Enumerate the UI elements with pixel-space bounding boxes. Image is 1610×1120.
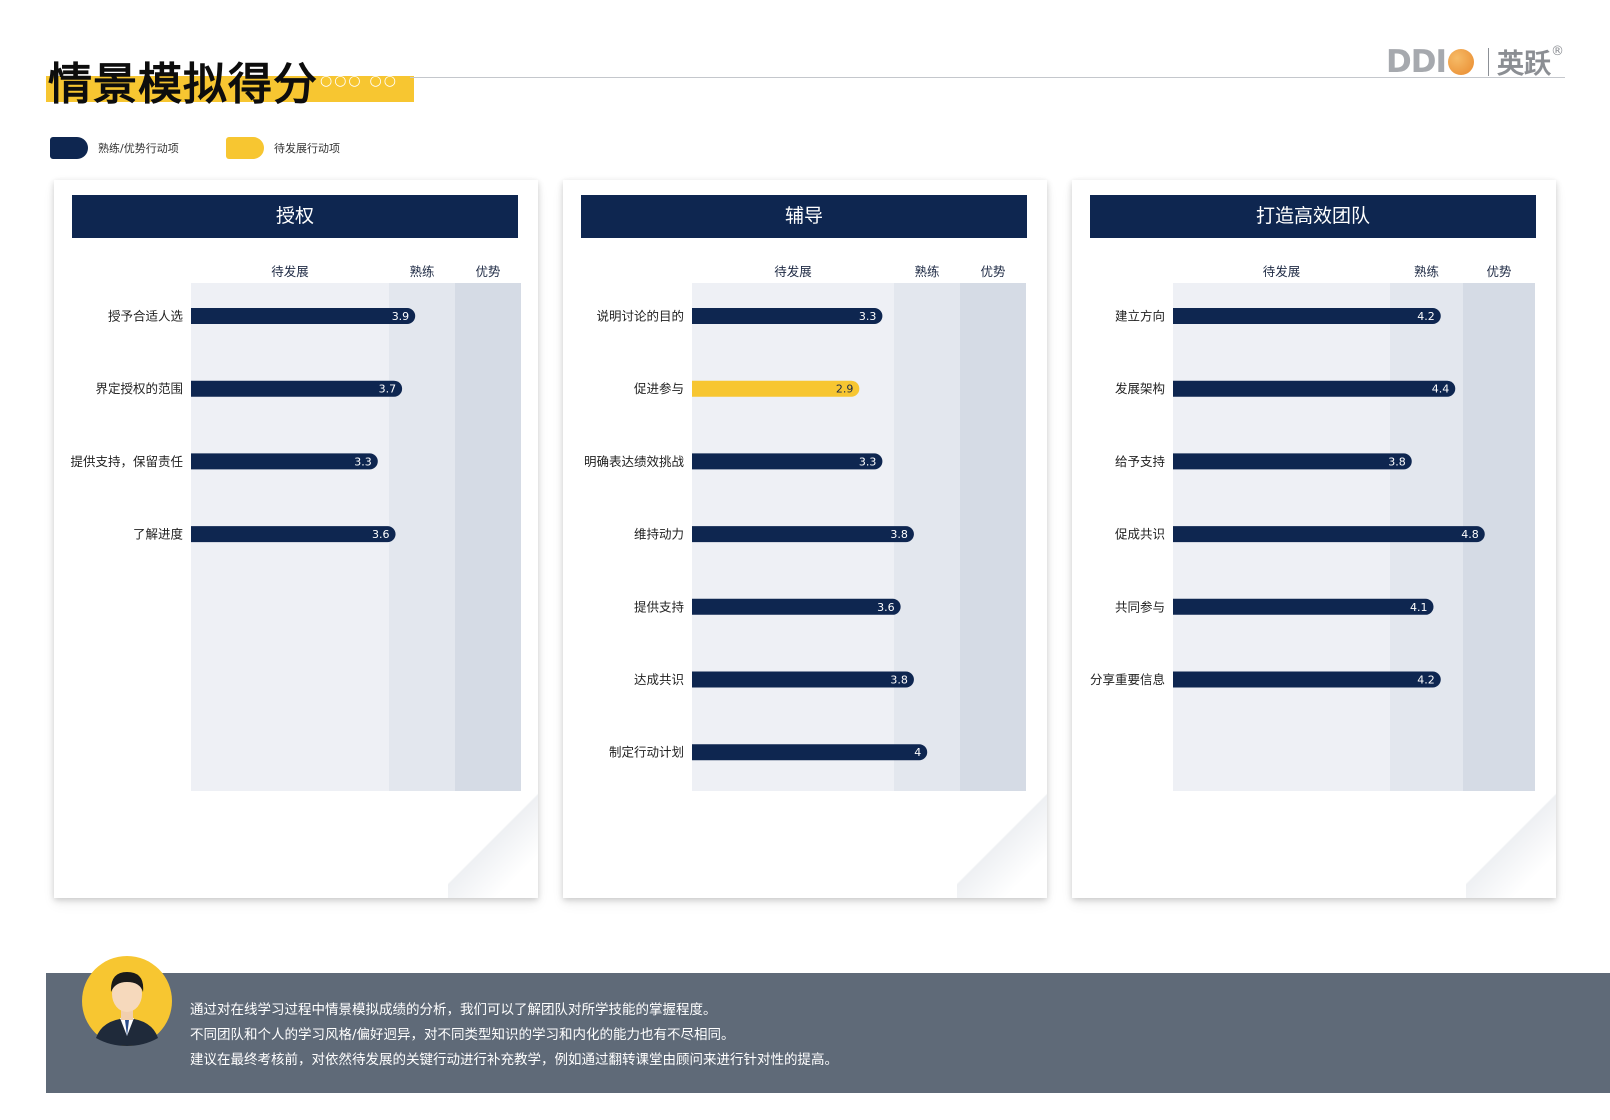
band-label: 优势 bbox=[980, 264, 1006, 279]
bar bbox=[1173, 671, 1441, 688]
band-strength bbox=[455, 283, 521, 791]
category-label: 维持动力 bbox=[634, 527, 684, 542]
registered-mark: ® bbox=[1551, 44, 1564, 59]
value-label: 3.9 bbox=[392, 310, 410, 323]
value-label: 3.6 bbox=[372, 528, 390, 541]
avatar-icon bbox=[82, 956, 172, 1046]
bar bbox=[191, 526, 396, 543]
legend-item-develop: 待发展行动项 bbox=[226, 137, 340, 159]
chart-card-team: 打造高效团队 待发展 熟练 优势 建立方向 4.2 发展架构 4.4 给予支持 3.8 促成共识 4… bbox=[1072, 180, 1556, 898]
category-label: 达成共识 bbox=[634, 672, 684, 687]
value-label: 3.8 bbox=[890, 674, 908, 687]
bar bbox=[1173, 598, 1434, 615]
value-label: 3.6 bbox=[877, 601, 895, 614]
category-label: 提供支持，保留责任 bbox=[70, 454, 183, 469]
band-label: 熟练 bbox=[914, 264, 940, 279]
bar bbox=[692, 526, 914, 543]
category-label: 了解进度 bbox=[133, 527, 184, 542]
category-label: 明确表达绩效挑战 bbox=[584, 454, 685, 469]
category-label: 界定授权的范围 bbox=[95, 381, 183, 396]
value-label: 4.2 bbox=[1417, 310, 1435, 323]
bar bbox=[692, 380, 860, 397]
title-dots-decoration: ○○○ ○○ bbox=[320, 73, 398, 89]
band-strength bbox=[960, 283, 1026, 791]
logo-separator bbox=[1488, 47, 1489, 76]
category-label: 说明讨论的目的 bbox=[596, 309, 684, 324]
category-label: 授予合适人选 bbox=[108, 309, 184, 324]
band-label: 熟练 bbox=[409, 264, 435, 279]
category-label: 建立方向 bbox=[1115, 309, 1165, 324]
brand-logo: DDI 英跃 ® bbox=[1386, 42, 1564, 81]
band-label: 熟练 bbox=[1414, 264, 1440, 279]
chart-card-empowerment: 授权 待发展 熟练 优势 授予合适人选 3.9 界定授权的范围 3.7 提供支持，保留责任 3.… bbox=[54, 180, 538, 898]
legend-swatch-navy bbox=[50, 137, 88, 159]
category-label: 促进参与 bbox=[634, 381, 684, 396]
band-proficient bbox=[389, 283, 455, 791]
value-label: 4 bbox=[914, 746, 921, 759]
value-label: 2.9 bbox=[836, 383, 854, 396]
legend-label: 熟练/优势行动项 bbox=[98, 142, 179, 155]
category-label: 制定行动计划 bbox=[609, 745, 684, 760]
logo-cn-text: 英跃 bbox=[1497, 49, 1551, 80]
value-label: 3.3 bbox=[859, 455, 877, 468]
bar bbox=[191, 380, 403, 397]
category-label: 发展架构 bbox=[1115, 381, 1165, 396]
value-label: 3.3 bbox=[354, 455, 372, 468]
category-label: 给予支持 bbox=[1115, 454, 1165, 469]
bar bbox=[1173, 526, 1485, 543]
bar bbox=[692, 453, 883, 470]
bar bbox=[191, 308, 416, 324]
bar bbox=[1173, 453, 1412, 470]
summary-text: 通过对在线学习过程中情景模拟成绩的分析，我们可以了解团队对所学技能的掌握程度。 … bbox=[190, 998, 838, 1073]
value-label: 3.7 bbox=[379, 383, 397, 396]
chart-svg: 待发展 熟练 优势说明讨论的目的 3.3 促进参与 2.9 明确表达绩效挑战 3.3 维持动力 3… bbox=[584, 264, 1026, 791]
band-label: 优势 bbox=[1486, 264, 1512, 279]
category-label: 共同参与 bbox=[1115, 599, 1165, 614]
bar bbox=[1173, 380, 1456, 397]
category-label: 提供支持 bbox=[634, 599, 684, 614]
bar bbox=[191, 453, 378, 470]
value-label: 3.3 bbox=[859, 310, 877, 323]
chart-card-coaching: 辅导 待发展 熟练 优势 说明讨论的目的 3.3 促进参与 2.9 明确表达绩效挑战 3.3 维持… bbox=[563, 180, 1047, 898]
value-label: 4.4 bbox=[1432, 383, 1450, 396]
summary-line: 不同团队和个人的学习风格/偏好迥异，对不同类型知识的学习和内化的能力也有不尽相同… bbox=[190, 1027, 735, 1043]
logo-ddi-text: DDI bbox=[1386, 43, 1447, 80]
summary-line: 通过对在线学习过程中情景模拟成绩的分析，我们可以了解团队对所学技能的掌握程度。 bbox=[190, 1002, 717, 1018]
chart-svg: 待发展 熟练 优势授予合适人选 3.9 界定授权的范围 3.7 提供支持，保留责任 3.3 了解… bbox=[70, 264, 521, 791]
value-label: 4.2 bbox=[1417, 674, 1435, 687]
legend-item-proficient: 熟练/优势行动项 bbox=[50, 137, 179, 159]
bar bbox=[692, 744, 928, 761]
band-label: 待发展 bbox=[774, 264, 812, 279]
bar bbox=[692, 671, 914, 688]
legend-label: 待发展行动项 bbox=[274, 142, 340, 155]
band-label: 待发展 bbox=[271, 264, 309, 279]
bar bbox=[1173, 308, 1441, 324]
bar bbox=[692, 598, 901, 615]
category-label: 分享重要信息 bbox=[1090, 672, 1165, 687]
bar bbox=[692, 308, 883, 324]
value-label: 3.8 bbox=[1388, 455, 1406, 468]
value-label: 4.1 bbox=[1410, 601, 1428, 614]
globe-icon bbox=[1448, 48, 1474, 75]
value-label: 4.8 bbox=[1461, 528, 1479, 541]
summary-line: 建议在最终考核前，对依然待发展的关键行动进行补充教学，例如通过翻转课堂由顾问来进… bbox=[190, 1052, 838, 1068]
band-label: 待发展 bbox=[1263, 264, 1301, 279]
category-label: 促成共识 bbox=[1115, 527, 1165, 542]
legend-swatch-yellow bbox=[226, 137, 264, 159]
chart-svg: 待发展 熟练 优势建立方向 4.2 发展架构 4.4 给予支持 3.8 促成共识 4.8 共同参与 4… bbox=[1090, 264, 1535, 791]
page-title: 情景模拟得分 bbox=[48, 59, 318, 110]
value-label: 3.8 bbox=[890, 528, 908, 541]
band-label: 优势 bbox=[475, 264, 501, 279]
